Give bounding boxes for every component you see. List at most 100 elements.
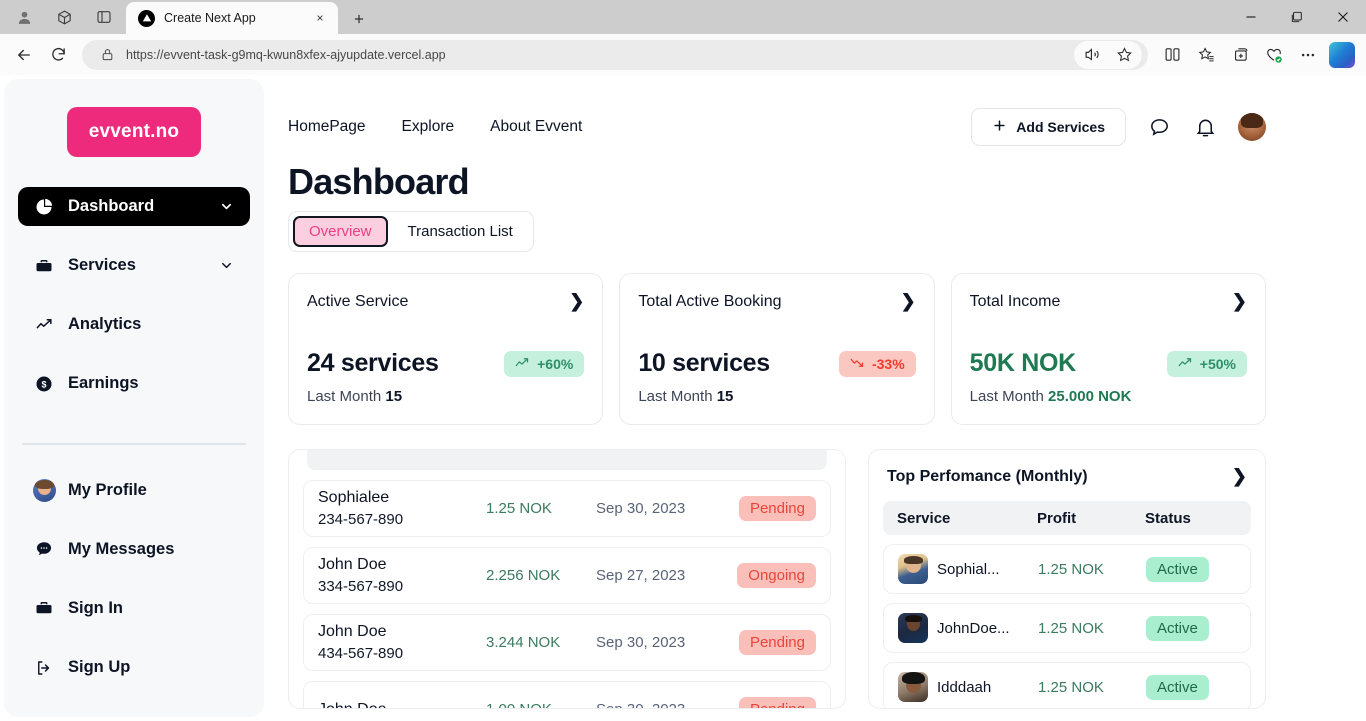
add-services-button[interactable]: Add Services	[971, 108, 1126, 146]
column-header-service: Service	[897, 509, 951, 527]
read-aloud-icon[interactable]	[1076, 39, 1108, 71]
sidebar-item-sign-in[interactable]: Sign In	[18, 589, 250, 628]
performance-status-cell: Active	[1146, 674, 1236, 700]
table-row[interactable]: Idddaah 1.25 NOK Active	[883, 662, 1251, 708]
bottom-panels: Sophialee 234-567-890 1.25 NOK Sep 30, 2…	[288, 449, 1362, 709]
performance-status-cell: Active	[1146, 556, 1236, 582]
browser-essentials-icon[interactable]	[1258, 39, 1290, 71]
transaction-customer: John Doe	[318, 698, 486, 708]
stat-title: Total Active Booking	[638, 292, 782, 310]
sidebar-label-analytics: Analytics	[68, 315, 142, 334]
plus-icon	[992, 118, 1007, 136]
transaction-list-card: Sophialee 234-567-890 1.25 NOK Sep 30, 2…	[288, 449, 846, 709]
tab-actions-icon[interactable]	[84, 0, 124, 34]
transaction-date: Sep 30, 2023	[596, 500, 686, 517]
avatar	[898, 613, 928, 643]
performance-service: Sophial...	[898, 554, 1038, 584]
performance-name: JohnDoe...	[937, 619, 1010, 637]
stat-card-total-active-booking[interactable]: Total Active Booking ❯ 10 services -33%	[619, 273, 935, 425]
nav-link-homepage[interactable]: HomePage	[288, 118, 366, 136]
top-nav-links: HomePage Explore About Evvent	[288, 118, 582, 136]
user-avatar[interactable]	[1238, 113, 1266, 141]
status-badge: Pending	[738, 496, 816, 521]
stat-footer: Last Month 25.000 NOK	[970, 388, 1247, 405]
chevron-down-icon[interactable]	[218, 258, 234, 273]
transaction-table-header-strip	[307, 450, 827, 470]
transaction-date: Sep 27, 2023	[596, 567, 686, 584]
address-bar[interactable]: https://evvent-task-g9mq-kwun8xfex-ajyup…	[82, 39, 1148, 71]
sidebar: evvent.no Dashboard Services Analytics $…	[4, 79, 264, 717]
table-row[interactable]: John Doe 334-567-890 2.256 NOK Sep 27, 2…	[303, 547, 831, 604]
table-row[interactable]: JohnDoe... 1.25 NOK Active	[883, 603, 1251, 653]
back-icon[interactable]	[8, 39, 40, 71]
nav-link-about-evvent[interactable]: About Evvent	[490, 118, 582, 136]
stat-value: 24 services	[307, 349, 439, 377]
transaction-date: Sep 30, 2023	[596, 634, 686, 651]
close-icon[interactable]: ×	[310, 8, 330, 28]
chevron-right-icon[interactable]: ❯	[1232, 466, 1247, 487]
split-screen-icon[interactable]	[1156, 39, 1188, 71]
vercel-triangle-icon	[138, 9, 155, 27]
minimize-button[interactable]	[1228, 0, 1274, 34]
transaction-name: John Doe	[318, 623, 387, 641]
sidebar-label-dashboard: Dashboard	[68, 197, 155, 216]
refresh-icon[interactable]	[42, 39, 74, 71]
address-bar-actions	[1074, 39, 1142, 71]
stat-card-total-income[interactable]: Total Income ❯ 50K NOK +50% Last Month 2…	[950, 273, 1266, 425]
transaction-amount: 3.244 NOK	[486, 634, 561, 651]
bell-icon[interactable]	[1192, 114, 1218, 140]
browser-window: Create Next App × https://evvent-task-g9…	[0, 0, 1366, 721]
brand-logo[interactable]: evvent.no	[66, 107, 202, 157]
avatar	[898, 554, 928, 584]
transaction-name: Sophialee	[318, 489, 390, 507]
sidebar-item-analytics[interactable]: Analytics	[18, 305, 250, 344]
chevron-down-icon[interactable]	[218, 199, 234, 214]
favorite-icon[interactable]	[1108, 39, 1140, 71]
chevron-right-icon[interactable]: ❯	[901, 291, 916, 312]
top-performance-card: Top Perfomance (Monthly) ❯ Service Profi…	[868, 449, 1266, 709]
top-navigation: HomePage Explore About Evvent Add Servic…	[288, 99, 1362, 155]
sidebar-item-my-profile[interactable]: My Profile	[18, 471, 250, 510]
top-nav-actions: Add Services	[971, 108, 1266, 146]
trend-down-icon	[850, 356, 865, 372]
tab-overview[interactable]: Overview	[293, 216, 388, 247]
sidebar-item-dashboard[interactable]: Dashboard	[18, 187, 250, 227]
maximize-button[interactable]	[1274, 0, 1320, 34]
table-row[interactable]: Sophial... 1.25 NOK Active	[883, 544, 1251, 594]
settings-more-icon[interactable]	[1292, 39, 1324, 71]
new-tab-button[interactable]	[344, 4, 374, 34]
stat-card-active-service[interactable]: Active Service ❯ 24 services +60% Last M…	[288, 273, 604, 425]
close-button[interactable]	[1320, 0, 1366, 34]
profile-icon[interactable]	[4, 0, 44, 34]
sidebar-item-my-messages[interactable]: My Messages	[18, 530, 250, 569]
stat-badge-text: -33%	[871, 355, 905, 372]
collections-icon[interactable]	[1224, 39, 1256, 71]
table-row[interactable]: John Doe 1.00 NOK Sep 30, 2023 Pending	[303, 681, 831, 708]
sidebar-item-services[interactable]: Services	[18, 246, 250, 285]
chat-icon[interactable]	[1146, 114, 1172, 140]
chevron-right-icon[interactable]: ❯	[569, 291, 584, 312]
sidebar-item-sign-up[interactable]: Sign Up	[18, 648, 250, 687]
workspaces-icon[interactable]	[44, 0, 84, 34]
stat-foot-label: Last Month	[969, 388, 1044, 405]
performance-name: Sophial...	[937, 560, 1000, 578]
transaction-date: Sep 30, 2023	[596, 701, 726, 708]
sidebar-item-earnings[interactable]: $ Earnings	[18, 364, 250, 403]
favorites-icon[interactable]	[1190, 39, 1222, 71]
stat-foot-value: 25.000 NOK	[1048, 388, 1132, 405]
tab-transaction-list[interactable]: Transaction List	[392, 216, 529, 247]
status-badge: Ongoing	[737, 563, 816, 588]
performance-profit: 1.25 NOK	[1038, 619, 1104, 637]
sidebar-label-my-messages: My Messages	[68, 539, 175, 558]
logout-icon	[34, 659, 54, 677]
browser-tab[interactable]: Create Next App ×	[126, 2, 338, 34]
copilot-icon[interactable]	[1326, 39, 1358, 71]
nav-link-explore[interactable]: Explore	[402, 118, 455, 136]
column-header-profit: Profit	[1037, 509, 1077, 527]
stat-badge: +60%	[504, 350, 585, 377]
chevron-right-icon[interactable]: ❯	[1232, 291, 1247, 312]
stat-footer: Last Month 15	[638, 388, 915, 405]
main-content: HomePage Explore About Evvent Add Servic…	[264, 79, 1362, 717]
table-row[interactable]: Sophialee 234-567-890 1.25 NOK Sep 30, 2…	[303, 480, 831, 537]
table-row[interactable]: John Doe 434-567-890 3.244 NOK Sep 30, 2…	[303, 614, 831, 671]
